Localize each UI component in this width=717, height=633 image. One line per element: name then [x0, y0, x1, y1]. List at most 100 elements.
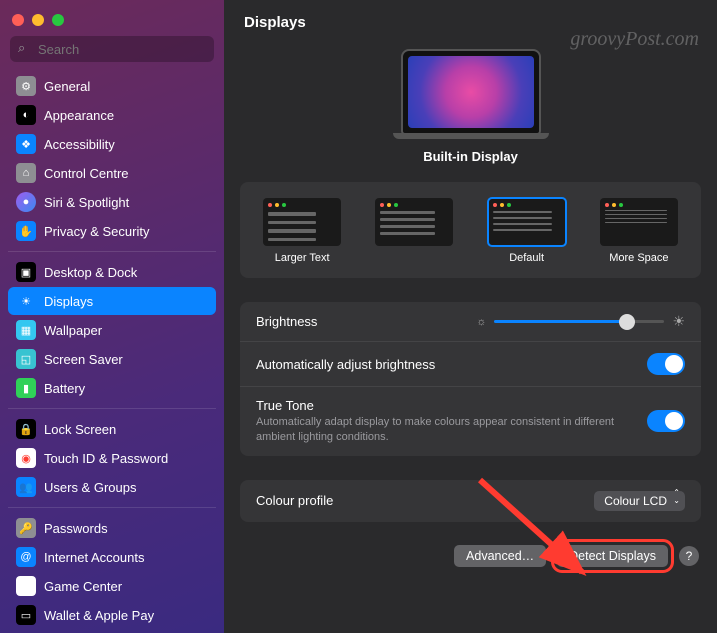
true-tone-sub: Automatically adapt display to make colo…: [256, 415, 636, 445]
sidebar: ⌕ ⚙General◐Appearance❖Accessibility ⌂ Cont…: [0, 0, 224, 633]
scale-thumb-icon: [600, 198, 678, 246]
true-tone-toggle[interactable]: [647, 410, 685, 432]
game-icon: ◆: [16, 576, 36, 596]
scale-option-label: Default: [509, 252, 544, 264]
content-pane: Displays Built-in Display Larger Text Def…: [224, 0, 717, 633]
sidebar-item-label: General: [44, 79, 90, 94]
sidebar-item-label: Accessibility: [44, 137, 115, 152]
sidebar-item-appearance[interactable]: ◐Appearance: [8, 101, 216, 129]
resolution-panel: Larger Text Default More Space: [240, 182, 701, 278]
sidebar-item-label: Lock Screen: [44, 422, 116, 437]
colour-panel: Colour profile Colour LCD: [240, 480, 701, 522]
scale-option-default[interactable]: Default: [486, 196, 568, 266]
separator: [8, 251, 216, 252]
sidebar-item-battery[interactable]: ▮ Battery: [8, 374, 216, 402]
sidebar-item-siri-spotlight[interactable]: ●Siri & Spotlight: [8, 188, 216, 216]
detect-displays-button[interactable]: Detect Displays: [557, 545, 668, 567]
sidebar-list: ⚙General◐Appearance❖Accessibility ⌂ Contro…: [0, 72, 224, 633]
sidebar-item-label: Game Center: [44, 579, 122, 594]
desk-icon: ▣: [16, 262, 36, 282]
scale-thumb-icon: [375, 198, 453, 246]
scale-option-md[interactable]: [373, 196, 455, 266]
sidebar-item-internet-accounts[interactable]: @ Internet Accounts: [8, 543, 216, 571]
sidebar-item-label: Wallpaper: [44, 323, 102, 338]
footer-actions: Advanced… Detect Displays ?: [224, 534, 717, 584]
sidebar-item-label: Control Centre: [44, 166, 129, 181]
sun-small-icon: ☼: [476, 316, 486, 328]
cc-icon: ⌂: [16, 163, 36, 183]
settings-panel: Brightness ☼ ☀ Automatically adjust brig…: [240, 302, 701, 456]
sidebar-item-label: Displays: [44, 294, 93, 309]
close-icon[interactable]: [12, 14, 24, 26]
sidebar-item-label: Privacy & Security: [44, 224, 149, 239]
brightness-label: Brightness: [256, 314, 476, 329]
disp-icon: ☀: [16, 291, 36, 311]
display-preview: Built-in Display: [224, 43, 717, 170]
scale-option-more-space[interactable]: More Space: [598, 196, 680, 266]
auto-brightness-toggle[interactable]: [647, 353, 685, 375]
auto-brightness-label: Automatically adjust brightness: [256, 357, 647, 372]
search-container: ⌕: [0, 36, 224, 72]
highlight-box: Detect Displays: [556, 544, 669, 568]
scale-option-label: More Space: [609, 252, 668, 264]
colour-profile-label: Colour profile: [256, 493, 594, 508]
sidebar-item-label: Users & Groups: [44, 480, 136, 495]
separator: [8, 507, 216, 508]
pass-icon: 🔑: [16, 518, 36, 538]
priv-icon: ✋: [16, 221, 36, 241]
bat-icon: ▮: [16, 378, 36, 398]
page-title: Displays: [244, 14, 697, 31]
sidebar-item-privacy-security[interactable]: ✋ Privacy & Security: [8, 217, 216, 245]
page-header: Displays: [224, 0, 717, 43]
auto-brightness-row: Automatically adjust brightness: [240, 342, 701, 387]
separator: [8, 408, 216, 409]
sidebar-item-label: Passwords: [44, 521, 108, 536]
sidebar-item-label: Battery: [44, 381, 85, 396]
sidebar-item-displays[interactable]: ☀ Displays: [8, 287, 216, 315]
sidebar-item-desktop-dock[interactable]: ▣ Desktop & Dock: [8, 258, 216, 286]
sidebar-item-touch-id-password[interactable]: ◉ Touch ID & Password: [8, 444, 216, 472]
search-input[interactable]: [10, 36, 214, 62]
sidebar-item-wallet-apple-pay[interactable]: ▭ Wallet & Apple Pay: [8, 601, 216, 629]
sidebar-item-general[interactable]: ⚙General: [8, 72, 216, 100]
sidebar-item-wallpaper[interactable]: ▦ Wallpaper: [8, 316, 216, 344]
scale-option-larger-text[interactable]: Larger Text: [261, 196, 343, 266]
sidebar-item-label: Desktop & Dock: [44, 265, 137, 280]
sidebar-item-game-center[interactable]: ◆ Game Center: [8, 572, 216, 600]
brightness-control: ☼ ☀: [476, 313, 685, 330]
wallet-icon: ▭: [16, 605, 36, 625]
sidebar-item-label: Wallet & Apple Pay: [44, 608, 154, 623]
slider-knob[interactable]: [619, 314, 635, 330]
ss-icon: ◱: [16, 349, 36, 369]
users-icon: 👥: [16, 477, 36, 497]
window-controls: [0, 8, 224, 36]
sidebar-item-screen-saver[interactable]: ◱ Screen Saver: [8, 345, 216, 373]
wall-icon: ▦: [16, 320, 36, 340]
help-button[interactable]: ?: [679, 546, 699, 566]
brightness-row: Brightness ☼ ☀: [240, 302, 701, 342]
sidebar-item-label: Internet Accounts: [44, 550, 144, 565]
scale-option-label: Larger Text: [275, 252, 330, 264]
colour-profile-select[interactable]: Colour LCD: [594, 491, 685, 511]
touch-icon: ◉: [16, 448, 36, 468]
inet-icon: @: [16, 547, 36, 567]
sun-large-icon: ☀: [672, 313, 685, 330]
sidebar-item-passwords[interactable]: 🔑 Passwords: [8, 514, 216, 542]
sidebar-item-users-groups[interactable]: 👥 Users & Groups: [8, 473, 216, 501]
search-icon: ⌕: [18, 40, 25, 56]
siri-icon: ●: [16, 192, 36, 212]
zoom-icon[interactable]: [52, 14, 64, 26]
sidebar-item-label: Appearance: [44, 108, 114, 123]
sidebar-item-label: Screen Saver: [44, 352, 123, 367]
sidebar-item-label: Touch ID & Password: [44, 451, 168, 466]
minimize-icon[interactable]: [32, 14, 44, 26]
scale-thumb-icon: [263, 198, 341, 246]
sidebar-item-lock-screen[interactable]: 🔒Lock Screen: [8, 415, 216, 443]
sidebar-item-accessibility[interactable]: ❖Accessibility: [8, 130, 216, 158]
true-tone-label: True Tone: [256, 398, 647, 413]
display-name: Built-in Display: [423, 149, 518, 164]
advanced-button[interactable]: Advanced…: [454, 545, 546, 567]
sidebar-item-control-centre[interactable]: ⌂ Control Centre: [8, 159, 216, 187]
brightness-slider[interactable]: [494, 320, 664, 323]
laptop-icon: [401, 49, 541, 135]
